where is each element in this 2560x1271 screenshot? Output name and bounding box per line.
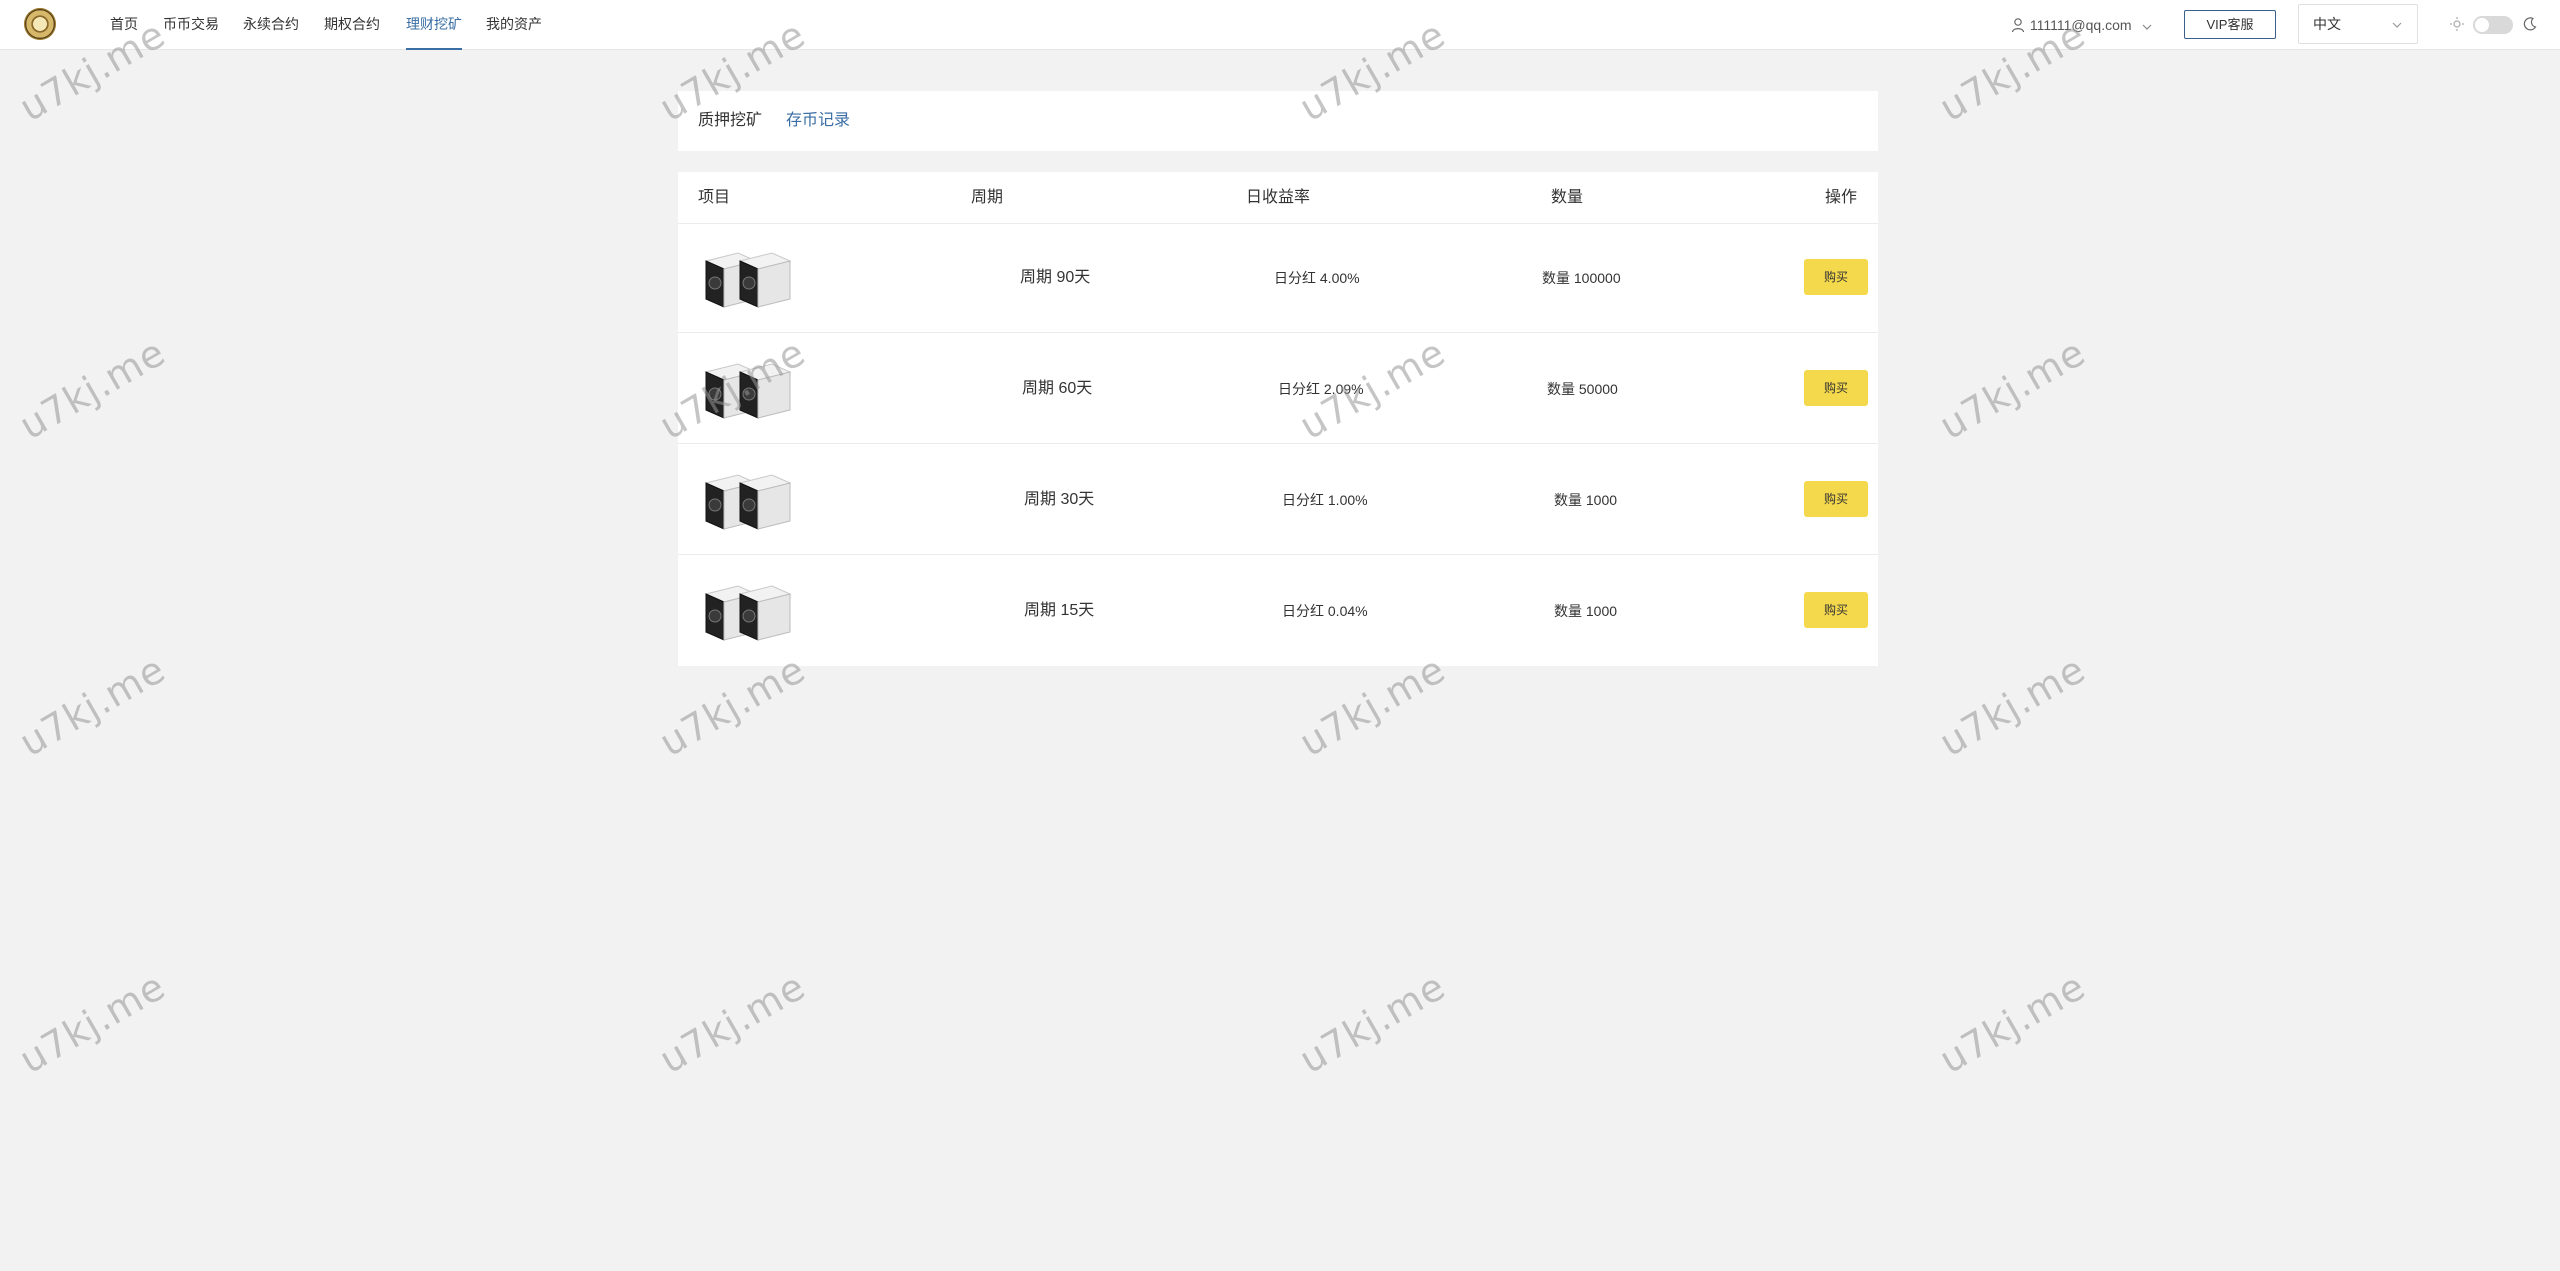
mining-tabs: 质押挖矿 存币记录 — [678, 91, 1878, 151]
language-select[interactable]: 中文 — [2298, 4, 2418, 44]
nav-item-spot-trade[interactable]: 币币交易 — [163, 0, 219, 50]
watermark: u7kj.me — [1932, 329, 2093, 449]
table-row: 周期 90天 日分红 4.00% 数量 100000 购买 — [678, 223, 1878, 333]
header-project: 项目 — [698, 189, 731, 206]
watermark: u7kj.me — [652, 963, 813, 1083]
watermark: u7kj.me — [12, 963, 173, 1083]
header-daily-rate: 日收益率 — [1246, 189, 1311, 206]
header-quantity: 数量 — [1551, 189, 1584, 206]
user-email: 111111@qq.com — [2029, 17, 2132, 33]
buy-button[interactable]: 购买 — [1804, 592, 1868, 628]
watermark: u7kj.me — [1932, 646, 2093, 766]
row-quantity: 数量 50000 — [1547, 381, 1618, 397]
logo[interactable] — [24, 8, 56, 40]
buy-button[interactable]: 购买 — [1804, 259, 1868, 295]
tab-staking-mining[interactable]: 质押挖矿 — [698, 91, 762, 151]
toggle-knob — [2475, 18, 2489, 32]
watermark: u7kj.me — [1932, 963, 2093, 1083]
row-daily-rate: 日分红 2.09% — [1278, 381, 1364, 397]
chevron-down-icon — [2143, 24, 2152, 30]
chevron-down-icon — [2392, 22, 2402, 28]
sun-icon — [2450, 17, 2464, 31]
table-header: 项目 周期 日收益率 数量 操作 — [678, 172, 1878, 224]
top-navbar: 首页 币币交易 永续合约 期权合约 理财挖矿 我的资产 111111@qq.co… — [0, 0, 2560, 50]
row-quantity: 数量 1000 — [1554, 492, 1618, 508]
moon-icon — [2523, 17, 2537, 31]
watermark: u7kj.me — [12, 646, 173, 766]
miner-image — [704, 474, 792, 530]
buy-button[interactable]: 购买 — [1804, 481, 1868, 517]
nav-item-assets[interactable]: 我的资产 — [486, 0, 542, 50]
theme-toggle[interactable] — [2473, 16, 2513, 34]
row-daily-rate: 日分红 1.00% — [1282, 492, 1368, 508]
row-quantity: 数量 100000 — [1542, 270, 1621, 286]
header-period: 周期 — [971, 189, 1004, 206]
miner-image — [704, 585, 792, 641]
watermark: u7kj.me — [1292, 963, 1453, 1083]
buy-button[interactable]: 购买 — [1804, 370, 1868, 406]
nav-item-home[interactable]: 首页 — [110, 0, 138, 50]
tab-deposit-records[interactable]: 存币记录 — [786, 91, 850, 151]
nav-item-options[interactable]: 期权合约 — [324, 0, 380, 50]
user-menu[interactable]: 111111@qq.com — [2010, 0, 2153, 50]
header-action: 操作 — [1825, 189, 1858, 206]
row-daily-rate: 日分红 0.04% — [1282, 603, 1368, 619]
nav-item-mining[interactable]: 理财挖矿 — [406, 0, 462, 50]
row-daily-rate: 日分红 4.00% — [1274, 270, 1360, 286]
language-value: 中文 — [2313, 16, 2341, 32]
table-row: 周期 15天 日分红 0.04% 数量 1000 购买 — [678, 556, 1878, 666]
row-period: 周期 60天 — [1022, 380, 1093, 397]
row-period: 周期 90天 — [1020, 269, 1091, 286]
vip-support-button[interactable]: VIP客服 — [2184, 10, 2276, 39]
mining-table: 项目 周期 日收益率 数量 操作 周期 90天 日分红 4.00% 数量 100… — [678, 172, 1878, 666]
row-period: 周期 30天 — [1024, 491, 1095, 508]
table-row: 周期 30天 日分红 1.00% 数量 1000 购买 — [678, 445, 1878, 555]
user-icon — [2011, 18, 2025, 33]
nav-item-perpetual[interactable]: 永续合约 — [243, 0, 299, 50]
miner-image — [704, 363, 792, 419]
table-row: 周期 60天 日分红 2.09% 数量 50000 购买 — [678, 334, 1878, 444]
miner-image — [704, 252, 792, 308]
row-quantity: 数量 1000 — [1554, 603, 1618, 619]
row-period: 周期 15天 — [1024, 602, 1095, 619]
watermark: u7kj.me — [12, 329, 173, 449]
